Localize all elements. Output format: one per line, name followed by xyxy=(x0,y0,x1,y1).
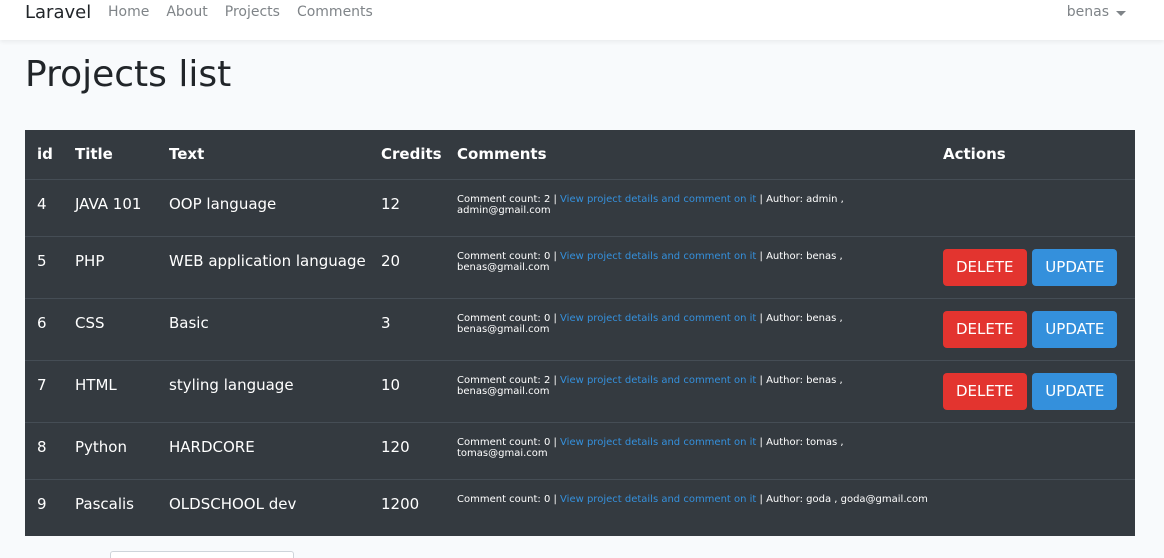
view-project-link[interactable]: View project details and comment on it xyxy=(560,437,756,448)
cell-text: HARDCORE xyxy=(157,421,369,479)
nav-links: Home About Projects Comments xyxy=(108,4,390,20)
author-label: | Author: xyxy=(756,250,807,262)
comment-count-label: Comment count: xyxy=(457,250,544,262)
delete-button[interactable]: DELETE xyxy=(943,372,1027,410)
header-actions: Actions xyxy=(943,145,1006,164)
table-row: 7 HTML styling language 10 Comment count: 2 … xyxy=(25,359,1135,422)
cell-text: OOP language xyxy=(157,178,369,236)
comment-count-label: Comment count: xyxy=(457,493,544,505)
separator: | xyxy=(550,312,561,324)
cell-credits: 12 xyxy=(369,178,445,236)
comment-count-label: Comment count: xyxy=(457,193,544,205)
user-dropdown[interactable]: benas xyxy=(1067,4,1126,20)
top-navbar: Laravel Home About Projects Comments ben… xyxy=(0,0,1164,40)
table-row: 6 CSS Basic 3 Comment count: 0 | View projec… xyxy=(25,297,1135,360)
header-title: Title xyxy=(75,145,113,164)
user-name: benas xyxy=(1066,4,1109,20)
page-title: Projects list xyxy=(25,54,232,95)
cell-title: Python xyxy=(63,421,157,479)
table-header-row: id Title Text Credits Comments Actions xyxy=(25,130,1135,179)
cell-actions xyxy=(931,421,1135,479)
cell-id: 6 xyxy=(25,297,63,360)
author-value: goda , goda@gmail.com xyxy=(806,493,928,505)
cell-comments: Comment count: 0 | View project details … xyxy=(445,297,931,360)
cell-comments: Comment count: 2 | View project details … xyxy=(445,359,931,422)
separator: | xyxy=(550,193,561,205)
cell-title: JAVA 101 xyxy=(63,178,157,236)
separator: | xyxy=(550,374,561,386)
cell-credits: 3 xyxy=(369,297,445,360)
cell-comments: Comment count: 0 | View project details … xyxy=(445,421,931,479)
delete-button[interactable]: DELETE xyxy=(943,248,1027,286)
cell-id: 4 xyxy=(25,178,63,236)
nav-projects-link[interactable]: Projects xyxy=(225,4,280,20)
cell-credits: 1200 xyxy=(369,478,445,536)
cell-id: 5 xyxy=(25,235,63,298)
view-project-link[interactable]: View project details and comment on it xyxy=(560,194,756,205)
cell-text: styling language xyxy=(157,359,369,422)
separator: | xyxy=(550,250,561,262)
author-label: | Author: xyxy=(756,193,807,205)
view-project-link[interactable]: View project details and comment on it xyxy=(560,375,756,386)
nav-about-link[interactable]: About xyxy=(166,4,207,20)
cell-comments: Comment count: 2 | View project details … xyxy=(445,178,931,236)
cell-comments: Comment count: 0 | View project details … xyxy=(445,235,931,298)
caret-down-icon xyxy=(1116,10,1126,16)
header-credits: Credits xyxy=(381,145,442,164)
view-project-link[interactable]: View project details and comment on it xyxy=(560,494,756,505)
header-comments: Comments xyxy=(457,145,547,164)
cell-text: WEB application language xyxy=(157,235,369,298)
table-row: 9 Pascalis OLDSCHOOL dev 1200 Comment count:… xyxy=(25,478,1135,536)
cell-title: CSS xyxy=(63,297,157,360)
author-label: | Author: xyxy=(756,436,807,448)
cell-credits: 120 xyxy=(369,421,445,479)
cell-title: HTML xyxy=(63,359,157,422)
header-id: id xyxy=(37,145,53,164)
cell-actions: DELETE UPDATE xyxy=(931,297,1135,360)
author-label: | Author: xyxy=(756,493,807,505)
view-project-link[interactable]: View project details and comment on it xyxy=(560,313,756,324)
comment-count-label: Comment count: xyxy=(457,436,544,448)
author-label: | Author: xyxy=(756,374,807,386)
comment-count-label: Comment count: xyxy=(457,374,544,386)
nav-comments-link[interactable]: Comments xyxy=(297,4,373,20)
cell-actions: DELETE UPDATE xyxy=(931,359,1135,422)
table-row: 4 JAVA 101 OOP language 12 Comment count: 2 … xyxy=(25,178,1135,236)
table-row: 5 PHP WEB application language 20 Comment co… xyxy=(25,235,1135,298)
cell-text: Basic xyxy=(157,297,369,360)
header-text: Text xyxy=(169,145,205,164)
brand-link[interactable]: Laravel xyxy=(25,2,91,23)
table-row: 8 Python HARDCORE 120 Comment count: 0 | Vie… xyxy=(25,421,1135,479)
cell-id: 9 xyxy=(25,478,63,536)
cell-actions: DELETE UPDATE xyxy=(931,235,1135,298)
cell-id: 7 xyxy=(25,359,63,422)
cell-actions xyxy=(931,478,1135,536)
projects-table: id Title Text Credits Comments Actions 4… xyxy=(25,130,1135,536)
cell-comments: Comment count: 0 | View project details … xyxy=(445,478,931,536)
cell-credits: 10 xyxy=(369,359,445,422)
cell-title: Pascalis xyxy=(63,478,157,536)
view-project-link[interactable]: View project details and comment on it xyxy=(560,251,756,262)
author-label: | Author: xyxy=(756,312,807,324)
delete-button[interactable]: DELETE xyxy=(943,310,1027,348)
update-button[interactable]: UPDATE xyxy=(1032,248,1118,286)
cell-actions xyxy=(931,178,1135,236)
cell-id: 8 xyxy=(25,421,63,479)
nav-home-link[interactable]: Home xyxy=(108,4,149,20)
bottom-input[interactable] xyxy=(110,551,294,558)
cell-credits: 20 xyxy=(369,235,445,298)
update-button[interactable]: UPDATE xyxy=(1032,310,1118,348)
separator: | xyxy=(550,436,561,448)
separator: | xyxy=(550,493,561,505)
cell-text: OLDSCHOOL dev xyxy=(157,478,369,536)
update-button[interactable]: UPDATE xyxy=(1032,372,1118,410)
comment-count-label: Comment count: xyxy=(457,312,544,324)
cell-title: PHP xyxy=(63,235,157,298)
